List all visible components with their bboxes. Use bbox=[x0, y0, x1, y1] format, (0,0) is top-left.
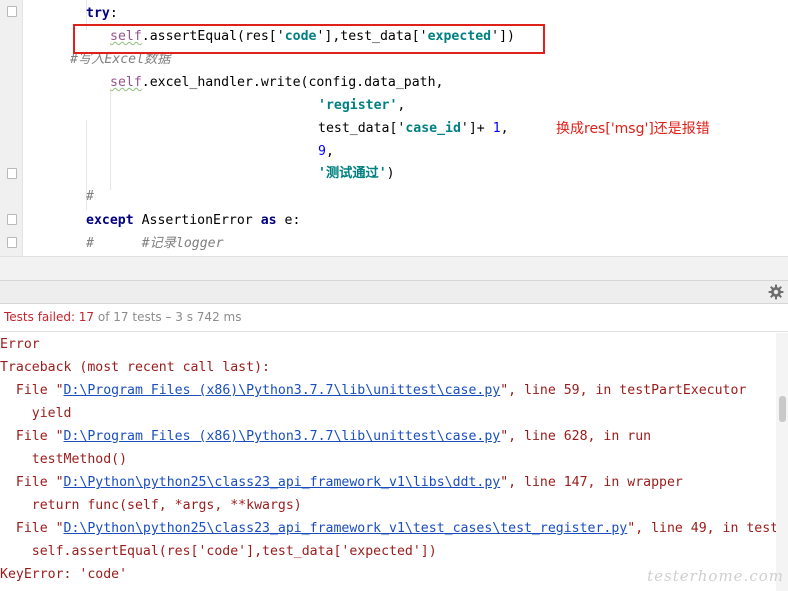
code-line-arg-register[interactable]: 'register', bbox=[318, 96, 405, 116]
console-key-error: KeyError: 'code' bbox=[0, 567, 128, 582]
code-editor[interactable]: try: self.assertEqual(res['code'],test_d… bbox=[0, 0, 788, 256]
gear-icon[interactable] bbox=[768, 284, 784, 300]
fold-marker-icon[interactable] bbox=[7, 6, 17, 17]
traceback-code: testMethod() bbox=[0, 452, 128, 467]
code-line-arg-case-id[interactable]: test_data['case_id']+ 1, bbox=[318, 119, 509, 139]
file-link[interactable]: D:\Program Files (x86)\Python3.7.7\lib\u… bbox=[64, 429, 501, 444]
gutter-divider bbox=[22, 0, 23, 256]
fold-marker-icon[interactable] bbox=[7, 237, 17, 248]
console-output[interactable]: Error Traceback (most recent call last):… bbox=[0, 333, 776, 591]
tests-failed-count: Tests failed: 17 bbox=[4, 310, 95, 324]
panel-splitter[interactable] bbox=[0, 256, 788, 280]
code-line-try[interactable]: try: bbox=[86, 4, 118, 24]
indent-guide bbox=[110, 90, 111, 190]
watermark: testerhome.com bbox=[647, 567, 784, 585]
annotation-note: 换成res['msg']还是报错 bbox=[556, 121, 710, 137]
run-toolbar bbox=[0, 280, 788, 304]
file-link[interactable]: D:\Program Files (x86)\Python3.7.7\lib\u… bbox=[64, 383, 501, 398]
traceback-code: return func(self, *args, **kwargs) bbox=[0, 498, 302, 513]
traceback-code: self.assertEqual(res['code'],test_data['… bbox=[0, 544, 437, 559]
fold-marker-icon[interactable] bbox=[7, 168, 17, 179]
console-error-line: Error bbox=[0, 337, 40, 352]
highlight-box bbox=[73, 24, 545, 54]
file-link[interactable]: D:\Python\python25\class23_api_framework… bbox=[64, 521, 628, 536]
code-line-comment-hash[interactable]: # bbox=[86, 187, 94, 207]
code-line-comment-logger[interactable]: # #记录logger bbox=[86, 234, 224, 254]
traceback-frame: File "D:\Program Files (x86)\Python3.7.7… bbox=[0, 383, 747, 398]
tests-summary: of 17 tests – 3 s 742 ms bbox=[94, 310, 242, 324]
keyword-try: try bbox=[86, 6, 110, 21]
traceback-code: yield bbox=[0, 406, 72, 421]
traceback-frame: File "D:\Python\python25\class23_api_fra… bbox=[0, 475, 683, 490]
console-traceback-header: Traceback (most recent call last): bbox=[0, 360, 270, 375]
traceback-frame: File "D:\Program Files (x86)\Python3.7.7… bbox=[0, 429, 652, 444]
code-line-arg-pass[interactable]: '测试通过') bbox=[318, 164, 395, 184]
file-link[interactable]: D:\Python\python25\class23_api_framework… bbox=[64, 475, 501, 490]
scrollbar-thumb[interactable] bbox=[779, 396, 786, 422]
fold-marker-icon[interactable] bbox=[7, 214, 17, 225]
code-line-excel-write[interactable]: self.excel_handler.write(config.data_pat… bbox=[110, 73, 443, 93]
editor-gutter bbox=[0, 0, 22, 256]
traceback-frame: File "D:\Python\python25\class23_api_fra… bbox=[0, 521, 776, 536]
console-scrollbar[interactable] bbox=[776, 333, 788, 591]
code-line-arg-9[interactable]: 9, bbox=[318, 142, 334, 162]
test-status-bar: Tests failed: 17 of 17 tests – 3 s 742 m… bbox=[0, 304, 788, 332]
code-line-except[interactable]: except AssertionError as e: bbox=[86, 211, 300, 231]
